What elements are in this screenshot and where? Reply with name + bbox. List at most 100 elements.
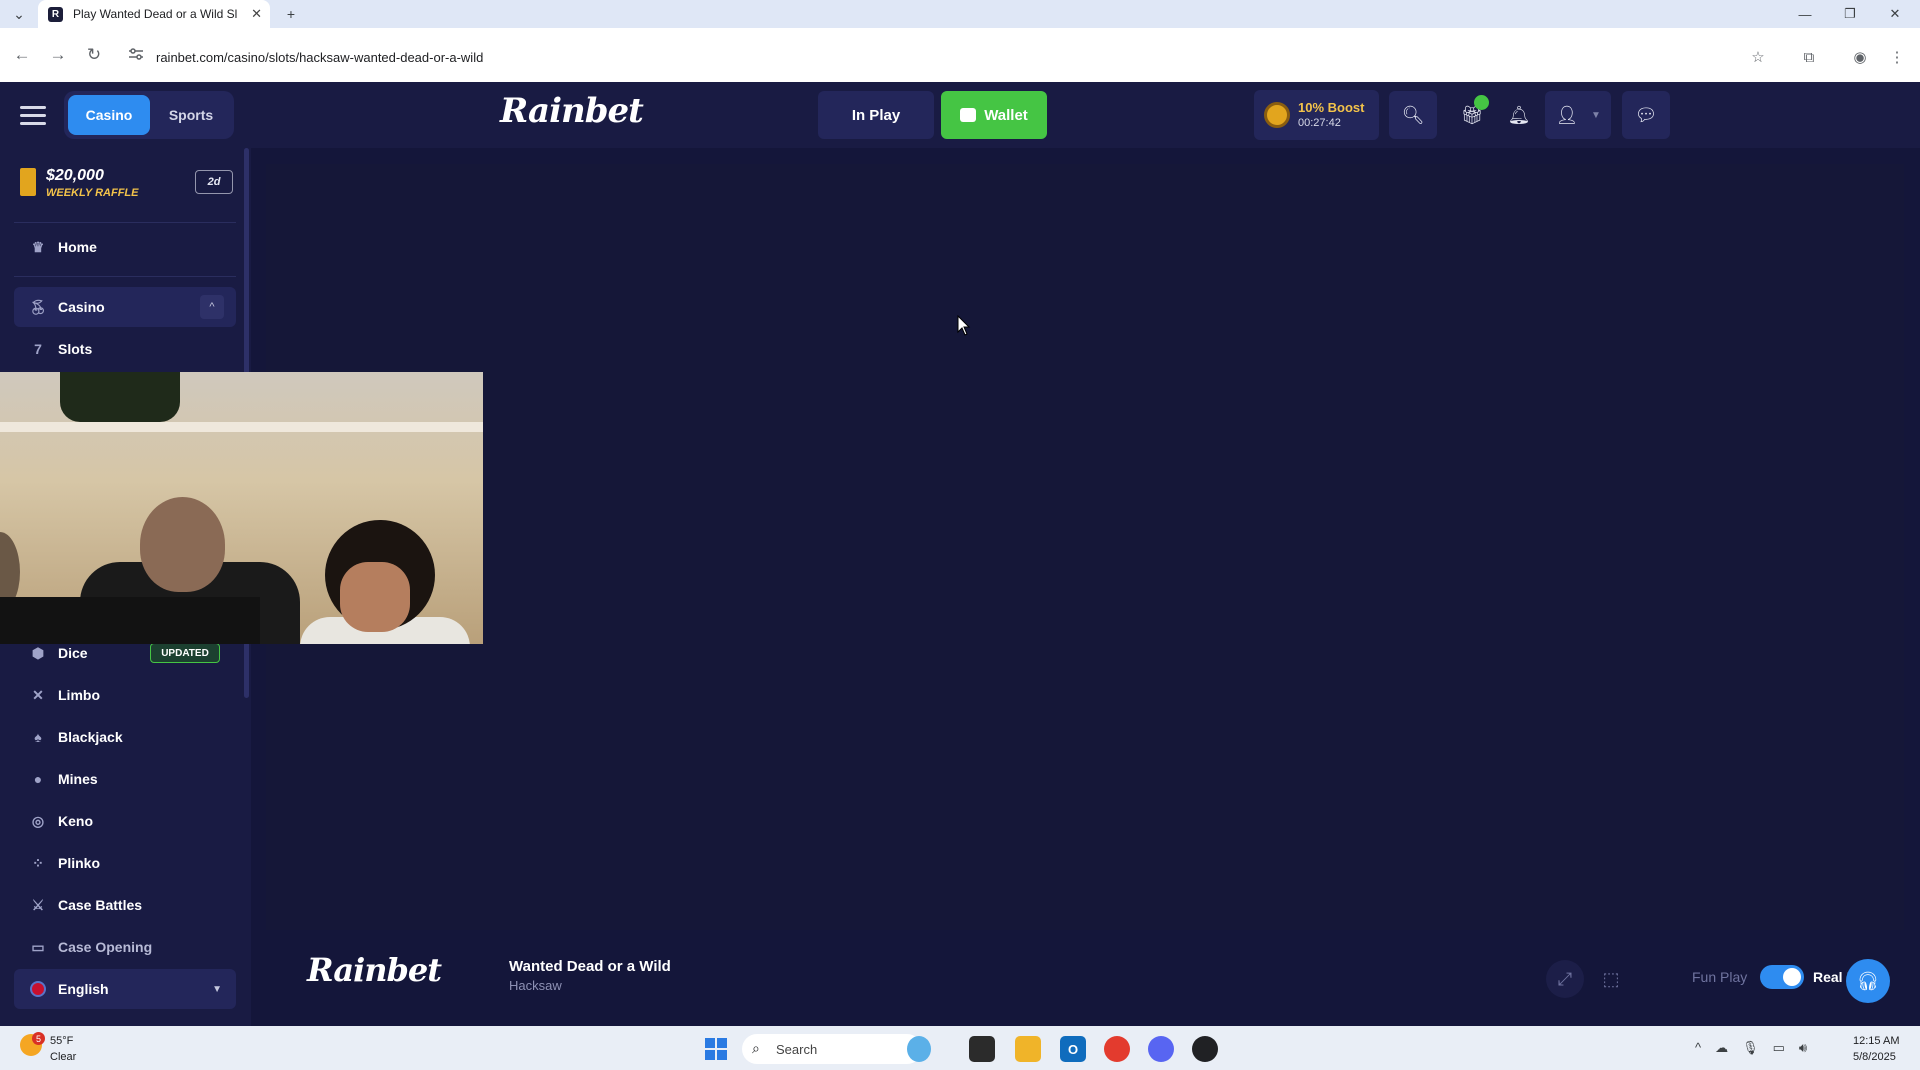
raffle-amount[interactable]: $20,000 (46, 167, 104, 185)
updated-badge: UPDATED (150, 643, 220, 663)
restore-icon[interactable]: ❐ (1838, 4, 1862, 24)
clock-date[interactable]: 5/8/2025 (1853, 1051, 1896, 1063)
play-mode-toggle[interactable] (1760, 965, 1804, 989)
back-icon[interactable]: ← (10, 43, 34, 67)
wallet-button[interactable]: Wallet (941, 91, 1047, 139)
uk-flag-icon (30, 981, 46, 997)
address-bar[interactable]: rainbet.com/casino/slots/hacksaw-wanted-… (156, 50, 483, 65)
boost-timer: 00:27:42 (1298, 117, 1341, 129)
seven-icon: 7 (34, 341, 42, 357)
chevron-up-icon[interactable]: ^ (1695, 1040, 1701, 1056)
language-select[interactable]: English ▼ (14, 969, 236, 1009)
copilot-icon[interactable] (907, 1036, 931, 1062)
profile-icon[interactable]: ◉ (1849, 46, 1871, 68)
forward-icon[interactable]: → (46, 43, 70, 67)
sidebar-item-slots[interactable]: 7 Slots (14, 329, 236, 369)
weather-badge: 5 (32, 1032, 45, 1045)
chat-button[interactable]: 💬︎ (1622, 91, 1670, 139)
taskbar-search[interactable]: Search (742, 1034, 922, 1064)
network-icon[interactable]: ▭ (1773, 1040, 1785, 1056)
fullscreen-icon[interactable]: ⤢ (1546, 960, 1584, 998)
sidebar-item-label: Slots (58, 341, 93, 357)
obs-icon[interactable] (1192, 1036, 1218, 1062)
sidebar-item-label: Keno (58, 813, 93, 829)
sidebar-item-case-opening[interactable]: ▭ Case Opening (14, 927, 236, 967)
task-view-icon[interactable] (969, 1036, 995, 1062)
dice-icon: ⬢ (31, 644, 45, 661)
favicon-icon: R (48, 6, 63, 22)
chat-icon: 💬︎ (1634, 104, 1658, 125)
bookmark-star-icon[interactable]: ☆ (1747, 46, 1769, 68)
raffle-days-badge: 2d (195, 170, 233, 194)
microphone-icon[interactable]: 🎙︎ (1742, 1040, 1759, 1056)
file-explorer-icon[interactable] (1015, 1036, 1041, 1062)
footer-rainbet-logo: Rainbet (307, 951, 442, 989)
tab-title: Play Wanted Dead or a Wild Sl (73, 7, 238, 21)
wallet-icon (960, 108, 977, 122)
rewards-button[interactable]: 🎁︎ (1448, 91, 1496, 139)
site-info-icon[interactable] (129, 48, 143, 60)
game-frame[interactable] (266, 164, 1904, 930)
system-tray[interactable]: ^ ☁ 🎙︎ ▭ 🔊︎ (1695, 1040, 1807, 1056)
sidebar-item-home[interactable]: ♛ Home (14, 227, 236, 267)
tab-close-icon[interactable]: ✕ (251, 6, 262, 22)
mouse-cursor-icon (957, 315, 971, 336)
rainbet-logo[interactable]: Rainbet (500, 91, 644, 131)
weather-desc: Clear (50, 1051, 77, 1063)
search-button[interactable]: 🔍︎ (1389, 91, 1437, 139)
sidebar-item-mines[interactable]: ● Mines (14, 759, 236, 799)
search-icon: 🔍︎ (1401, 104, 1425, 125)
in-play-button[interactable]: In Play (818, 91, 934, 139)
theater-mode-icon[interactable]: ⬚ (1592, 960, 1630, 998)
webcam-person2-face (340, 562, 410, 632)
browser-tab[interactable]: R Play Wanted Dead or a Wild Sl ✕ (38, 0, 270, 28)
browser-menu-icon[interactable]: ⋮ (1886, 46, 1908, 68)
sidebar-divider (14, 222, 236, 223)
minimize-icon[interactable]: — (1793, 4, 1817, 24)
extensions-icon[interactable]: ⧉ (1798, 46, 1820, 68)
discord-icon[interactable] (1148, 1036, 1174, 1062)
tab-search-icon[interactable]: ⌄ (9, 4, 29, 24)
windows-start-icon[interactable] (705, 1038, 727, 1060)
tab-sports[interactable]: Sports (152, 95, 230, 135)
webcam-plant (60, 372, 180, 422)
windows-taskbar (0, 1026, 1920, 1070)
limbo-icon: ✕ (32, 686, 44, 703)
notifications-button[interactable]: 🔔︎ (1495, 91, 1543, 139)
close-window-icon[interactable]: ✕ (1883, 4, 1907, 24)
volume-icon[interactable]: 🔊︎ (1799, 1040, 1807, 1056)
chrome-icon[interactable] (1104, 1036, 1130, 1062)
sidebar-item-label: Mines (58, 771, 98, 787)
sidebar-item-blackjack[interactable]: ♠ Blackjack (14, 717, 236, 757)
hamburger-menu-icon[interactable] (20, 103, 46, 127)
game-title: Wanted Dead or a Wild (509, 958, 671, 975)
search-icon: ⌕ (752, 1040, 760, 1056)
swords-icon: ⚔ (31, 896, 45, 913)
sidebar-item-label: Dice (58, 645, 88, 661)
webcam-monitor (0, 597, 260, 644)
sidebar-item-plinko[interactable]: ⁘ Plinko (14, 843, 236, 883)
sidebar-item-limbo[interactable]: ✕ Limbo (14, 675, 236, 715)
clock-time[interactable]: 12:15 AM (1853, 1035, 1899, 1047)
boost-title: 10% Boost (1298, 100, 1365, 115)
bell-icon: 🔔︎ (1507, 104, 1531, 125)
outlook-icon[interactable]: O (1060, 1036, 1086, 1062)
new-tab-button[interactable]: + (281, 4, 301, 24)
sidebar-item-label: Blackjack (58, 729, 123, 745)
sidebar-item-label: Home (58, 239, 97, 255)
raffle-label: WEEKLY RAFFLE (46, 187, 139, 199)
game-provider[interactable]: Hacksaw (509, 978, 562, 993)
wallet-label: Wallet (984, 106, 1028, 124)
tab-casino[interactable]: Casino (68, 95, 150, 135)
raffle-ticket-icon (20, 168, 36, 196)
language-label: English (58, 981, 109, 997)
sidebar-item-case-battles[interactable]: ⚔ Case Battles (14, 885, 236, 925)
sidebar-item-keno[interactable]: ◎ Keno (14, 801, 236, 841)
fun-play-label: Fun Play (1692, 969, 1748, 985)
sidebar-item-label: Plinko (58, 855, 101, 871)
headset-icon[interactable]: 🎧︎ (1846, 959, 1890, 1003)
chevron-up-icon[interactable]: ^ (200, 295, 224, 319)
onedrive-icon[interactable]: ☁ (1715, 1040, 1728, 1056)
reload-icon[interactable]: ↻ (82, 43, 106, 67)
plinko-icon: ⁘ (32, 854, 44, 871)
